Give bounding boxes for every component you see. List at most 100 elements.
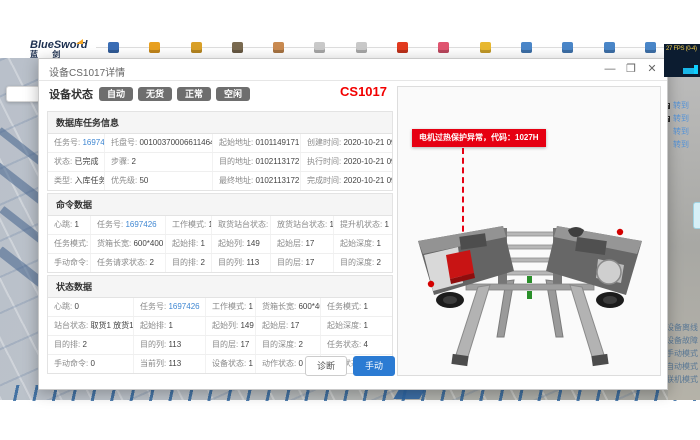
manual-button[interactable]: 手动 [353,356,395,376]
monitor-icon[interactable] [108,42,119,53]
field-value: 1 [248,302,252,311]
field-value: 0101149171 [255,138,299,147]
field-label: 任务状态: [327,340,363,349]
field-value: 2020-10-21 09:58:43 [343,138,392,147]
field-cell: 工作模式: 1 [205,298,255,316]
field-label: 货箱长宽: [262,302,298,311]
goto-link[interactable]: 转到 [673,100,689,111]
search-input[interactable] [6,86,40,102]
close-icon[interactable]: ✕ [645,62,659,76]
section-title: 命令数据 [48,194,392,216]
field-cell: 目的排: 2 [48,336,133,354]
toolbar-icon-row [108,42,656,53]
panel-icon[interactable] [314,42,325,53]
chart-icon[interactable] [521,42,532,53]
field-label: 起始排: [140,321,168,330]
field-value: 2 [131,157,135,166]
device-3d-panel[interactable]: 电机过热保护异常，代码：1027H [397,86,661,376]
bell-icon[interactable] [480,42,491,53]
field-cell: 起始列: 149 [205,317,255,335]
building-icon[interactable] [562,42,573,53]
status-badge-group: 自动无货正常空闲 [99,87,250,101]
field-label: 目的层: [277,258,305,267]
field-value: 600*400 [298,302,320,311]
field-value: 0 [74,302,78,311]
field-cell: 任务号: 1697426 [90,216,165,234]
table-row: 任务模式: 1货箱长宽: 600*400起始排: 1起始列: 149起始层: 1… [48,234,392,253]
field-label: 起始层: [262,321,290,330]
field-cell: 完成时间: 2020-10-21 09:59:35 [300,172,392,190]
field-label: 起始排: [172,239,200,248]
field-value: 1 [200,239,204,248]
goto-link[interactable]: 转到 [673,126,689,137]
command-data-section: 命令数据 心跳: 1任务号: 1697426工作模式: 1取货站台状态: 1放货… [47,193,393,273]
tools-icon[interactable] [232,42,243,53]
field-label: 步骤: [111,157,131,166]
task-number-link[interactable]: 1697426 [168,302,199,311]
fps-stats-panel[interactable]: 27 FPS (0-4) [664,44,700,77]
field-cell: 创建时间: 2020-10-21 09:58:43 [300,134,392,152]
field-cell: 目的深度: 2 [333,254,392,272]
fps-value: 27 FPS (0-4) [664,44,700,52]
field-label: 完成时间: [307,176,343,185]
building-icon[interactable] [604,42,615,53]
field-cell: 任务号: 1697426 [133,298,205,316]
field-cell: 目的层: 17 [270,254,333,272]
field-cell: 工作模式: 1 [165,216,211,234]
alarm-message: 电机过热保护异常，代码：1027H [412,129,546,147]
building-icon[interactable] [645,42,656,53]
task-number-link[interactable]: 1697426 [82,138,104,147]
field-label: 心跳: [54,302,74,311]
section-title: 状态数据 [48,276,392,298]
table-row: 心跳: 0任务号: 1697426工作模式: 1货箱长宽: 600*400任务模… [48,298,392,316]
alarm-icon[interactable] [397,42,408,53]
forklift-icon[interactable] [191,42,202,53]
field-label: 工作模式: [212,302,248,311]
field-value: 113 [246,258,259,267]
field-value: 1 [168,321,172,330]
field-label: 目的深度: [340,258,376,267]
field-label: 任务号: [54,138,82,147]
field-label: 状态: [54,157,74,166]
field-cell: 目的深度: 2 [255,336,320,354]
goto-link[interactable]: 转到 [673,139,689,150]
field-value: 2 [298,340,302,349]
table-row: 手动命令: 0任务请求状态: 2目的排: 2目的列: 113目的层: 17目的深… [48,253,392,272]
dialog-titlebar[interactable]: 设备CS1017详情 — ❐ ✕ [39,59,667,81]
field-label: 任务模式: [327,302,363,311]
field-label: 手动命令: [54,258,90,267]
field-cell: 心跳: 1 [48,216,90,234]
flag-icon[interactable] [438,42,449,53]
user-icon[interactable] [273,42,284,53]
field-cell: 任务请求状态: 2 [90,254,165,272]
goto-link[interactable]: 转到 [673,113,689,124]
field-cell: 放货站台状态: 1 [270,216,333,234]
toolbar: BlueSword 蓝 剑 [0,38,700,58]
task-number-link[interactable]: 1697426 [125,220,156,229]
field-value: 00100370006611464548 [139,138,212,147]
field-cell: 站台状态: 取货1 放货1 [48,317,133,335]
table-row: 状态: 已完成步骤: 2目的地址: 0102113172执行时间: 2020-1… [48,152,392,171]
lock-icon[interactable] [149,42,160,53]
field-value: 149 [246,239,259,248]
field-value: 1 [74,220,78,229]
field-label: 起始列: [218,239,246,248]
diagnose-button[interactable]: 诊断 [305,356,347,376]
panel-icon[interactable] [356,42,367,53]
field-label: 优先级: [111,176,139,185]
field-value: 17 [305,258,314,267]
field-value: 1 [363,321,367,330]
field-label: 目的深度: [262,340,298,349]
device-status-label: 设备状态 [49,86,93,102]
field-value: 17 [290,321,299,330]
field-cell: 目的层: 17 [205,336,255,354]
table-row: 目的排: 2目的列: 113目的层: 17目的深度: 2任务状态: 4 [48,335,392,354]
section-title: 数据库任务信息 [48,112,392,134]
field-cell: 起始深度: 1 [320,317,392,335]
field-value: 1 [363,302,367,311]
minimize-icon[interactable]: — [603,62,617,76]
field-label: 起始地址: [219,138,255,147]
maximize-icon[interactable]: ❐ [624,62,638,76]
field-label: 创建时间: [307,138,343,147]
table-row: 心跳: 1任务号: 1697426工作模式: 1取货站台状态: 1放货站台状态:… [48,216,392,234]
